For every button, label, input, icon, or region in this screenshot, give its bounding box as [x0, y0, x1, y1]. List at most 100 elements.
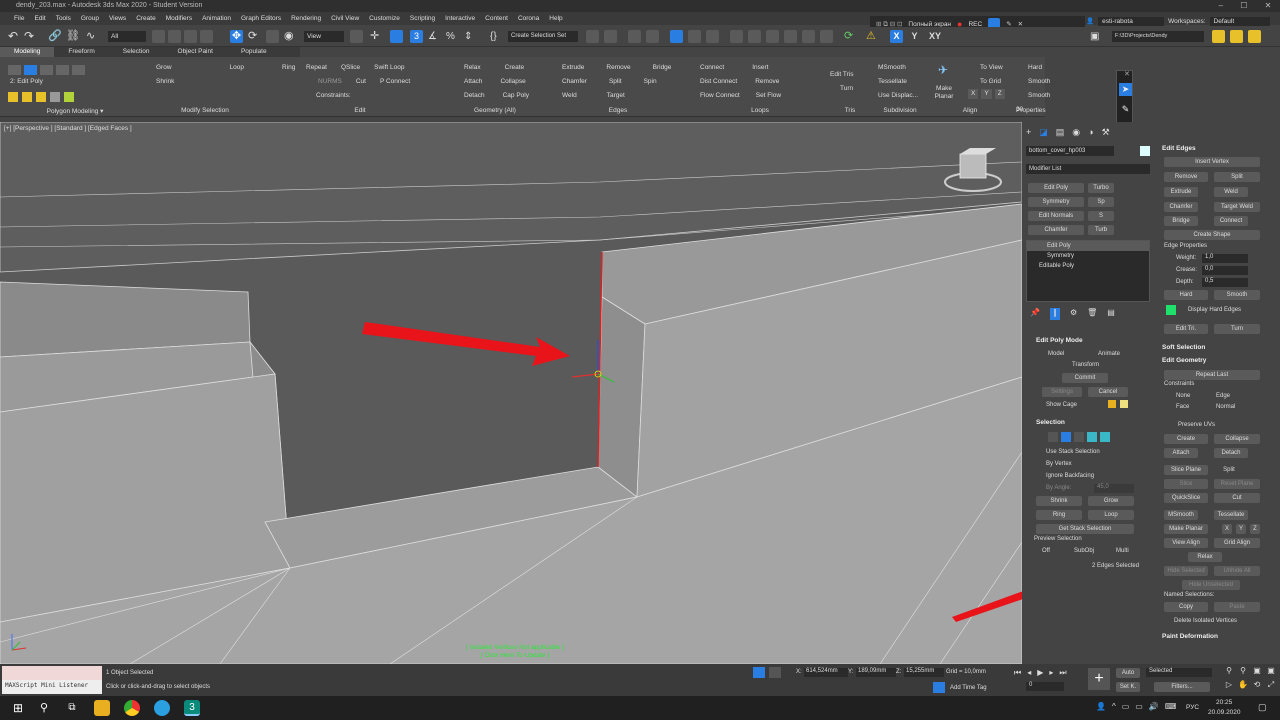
swift-loop-button[interactable]: Swift Loop [374, 61, 404, 75]
named-selection-dropdown[interactable]: Create Selection Set [508, 31, 578, 42]
refresh-icon[interactable]: ⟳ [844, 30, 857, 43]
unhide-all-button[interactable]: Unhide All [1214, 566, 1260, 576]
ee-extrude-button[interactable]: Extrude [1164, 187, 1198, 197]
polygon-mode-icon[interactable] [56, 65, 69, 75]
by-angle-checkbox[interactable]: By Angle: [1046, 485, 1071, 491]
slice-button[interactable]: Slice [1164, 479, 1208, 489]
repeat-button[interactable]: Repeat [306, 61, 327, 75]
sel-element-icon[interactable] [1100, 432, 1110, 442]
pin-stack-icon[interactable]: 📌 [1030, 308, 1040, 320]
drawing-tools-close-icon[interactable]: ✕ [1124, 70, 1130, 78]
spinner-snap-icon[interactable]: ⇕ [464, 30, 477, 43]
menu-create[interactable]: Create [136, 12, 156, 25]
menu-content[interactable]: Content [485, 12, 508, 25]
delete-isolated-checkbox[interactable]: Delete Isolated Vertices [1174, 618, 1237, 624]
user-name[interactable]: esti-rabota [1098, 16, 1165, 26]
motion-tab-icon[interactable]: ◉ [1072, 127, 1080, 139]
reference-coord-dropdown[interactable]: View [304, 31, 344, 42]
show-cage-checkbox[interactable]: Show Cage [1046, 402, 1077, 408]
dist-connect-button[interactable]: Dist Connect [700, 75, 737, 89]
ee-target-weld-button[interactable]: Target Weld [1214, 202, 1260, 212]
tab-selection[interactable]: Selection [109, 47, 164, 57]
stack-item-edit-poly[interactable]: Edit Poly [1027, 241, 1149, 251]
y-coord-field[interactable]: 189,09mm [856, 668, 896, 677]
edit-tri-button[interactable]: Edit Tri. [1164, 324, 1208, 334]
preserve-uvs-checkbox[interactable]: Preserve UVs [1178, 422, 1215, 428]
chrome-icon[interactable] [124, 700, 140, 716]
bind-icon[interactable]: ∿ [86, 30, 99, 43]
angle-spinner[interactable]: 45,0 [1094, 484, 1134, 493]
constraint-none-radio[interactable]: None [1176, 393, 1190, 399]
vertex-mode-icon[interactable] [8, 65, 21, 75]
close-icon[interactable]: ✕ [1265, 0, 1272, 12]
ee-connect-button[interactable]: Connect [1214, 216, 1248, 226]
mode-icon-4[interactable] [50, 92, 60, 102]
nurms-button[interactable]: NURMS [306, 75, 342, 89]
search-icon[interactable]: ⚲ [36, 700, 52, 716]
next-frame-icon[interactable]: ▸ [1049, 668, 1053, 678]
pconnect-button[interactable]: P Connect [380, 75, 410, 89]
constraint-normal-radio[interactable]: Normal [1216, 404, 1235, 410]
eg-y-button[interactable]: Y [1236, 524, 1246, 534]
axis-xy-button[interactable]: XY [926, 30, 944, 43]
shrink-button[interactable]: Shrink [1036, 496, 1082, 506]
menu-group[interactable]: Group [81, 12, 99, 25]
edit-geometry-title[interactable]: Edit Geometry [1162, 357, 1206, 364]
selection-filter-dropdown[interactable]: All [108, 31, 146, 42]
teapot-icon[interactable] [784, 30, 797, 43]
preview-subobj-radio[interactable]: SubObj [1074, 548, 1094, 554]
make-unique-icon[interactable]: ⚙ [1070, 308, 1077, 320]
maximize-viewport-icon[interactable]: ⤢ [1264, 680, 1278, 695]
mod-button-s[interactable]: S [1088, 211, 1114, 221]
set-flow-button[interactable]: Set Flow [756, 89, 781, 103]
insert-vertex-button[interactable]: Insert Vertex [1164, 157, 1260, 167]
menu-edit[interactable]: Edit [34, 12, 45, 25]
weld-button[interactable]: Weld [562, 89, 577, 103]
menu-help[interactable]: Help [549, 12, 562, 25]
task-view-icon[interactable]: ⧉ [64, 700, 80, 716]
eg-z-button[interactable]: Z [1250, 524, 1260, 534]
constraint-face-radio[interactable]: Face [1176, 404, 1189, 410]
scale-icon[interactable] [266, 30, 279, 43]
animate-radio[interactable]: Animate [1098, 351, 1120, 357]
menu-rendering[interactable]: Rendering [291, 12, 321, 25]
play-icon[interactable]: ▶ [1037, 668, 1043, 678]
loop-button[interactable]: Loop [190, 61, 244, 75]
to-view-button[interactable]: To View [968, 64, 1003, 71]
eg-detach-button[interactable]: Detach [1214, 448, 1248, 458]
cut-button[interactable]: Cut [356, 75, 366, 89]
use-displac-button[interactable]: Use Displac... [878, 92, 918, 99]
3dsmax-icon[interactable]: 3 [184, 700, 200, 716]
eg-split-checkbox[interactable]: Split [1214, 465, 1244, 475]
copy-button[interactable]: Copy [1164, 602, 1208, 612]
notifications-icon[interactable]: ▢ [1258, 702, 1267, 713]
settings-button[interactable]: Settings [1042, 387, 1082, 397]
reset-plane-button[interactable]: Reset Plane [1214, 479, 1260, 489]
keyboard-icon[interactable]: ⌨ [1165, 702, 1177, 714]
grow-button[interactable]: Grow [1088, 496, 1134, 506]
zoom-extents-all-icon[interactable]: ▣ [1264, 666, 1278, 680]
hierarchy-tab-icon[interactable]: ▤ [1056, 127, 1065, 139]
prev-frame-icon[interactable]: ◂ [1027, 668, 1031, 678]
language-indicator[interactable]: РУС [1186, 704, 1199, 711]
snap-3-icon[interactable]: 3 [410, 30, 423, 43]
select-by-name-icon[interactable] [168, 30, 181, 43]
align-x-button[interactable]: X [968, 89, 979, 99]
perspective-viewport[interactable]: [+] [Perspective ] [Standard ] [Edged Fa… [0, 122, 1022, 664]
cap-poly-button[interactable]: Cap Poly [503, 89, 529, 103]
open-project-icon[interactable] [1212, 30, 1225, 43]
render-icon[interactable] [766, 30, 779, 43]
soft-selection-title[interactable]: Soft Selection [1162, 344, 1205, 351]
ignore-backfacing-checkbox[interactable]: Ignore Backfacing [1046, 473, 1094, 479]
selection-title[interactable]: Selection [1036, 419, 1065, 426]
ring-button[interactable]: Ring [1036, 510, 1082, 520]
hard-button[interactable]: Hard [1016, 64, 1042, 71]
create-tab-icon[interactable]: + [1026, 127, 1031, 139]
project-path-dropdown[interactable]: F:\3D\Projects\Dendy [1112, 31, 1204, 42]
weight-spinner[interactable]: 1,0 [1202, 254, 1248, 263]
edge-mode-icon[interactable] [24, 65, 37, 75]
percent-snap-icon[interactable]: % [446, 30, 459, 43]
extrude-button[interactable]: Extrude [562, 61, 584, 75]
ee-split-button[interactable]: Split [1214, 172, 1260, 182]
create-shape-button[interactable]: Create Shape [1164, 230, 1260, 240]
